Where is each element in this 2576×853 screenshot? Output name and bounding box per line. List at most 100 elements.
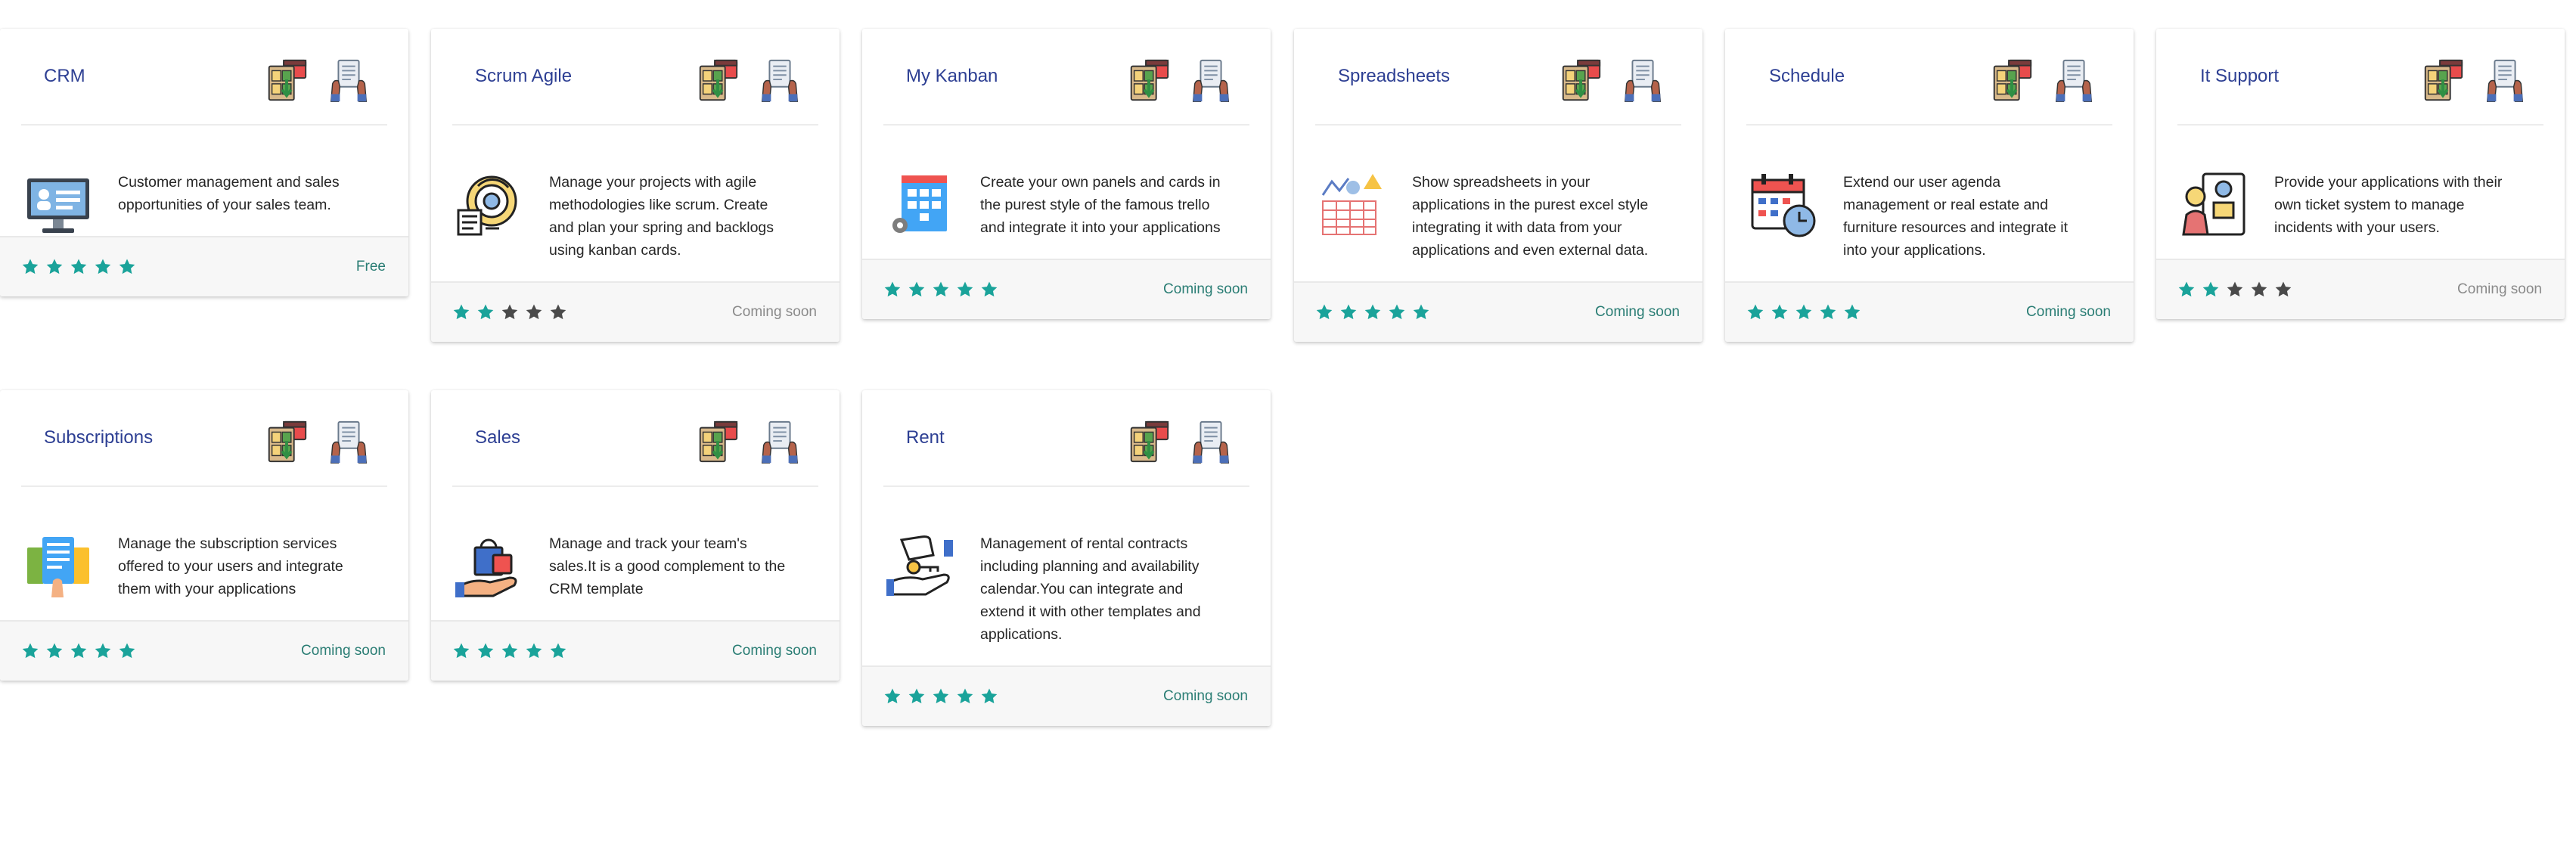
template-card[interactable]: Schedule Extend our user agenda managemen… — [1725, 29, 2134, 342]
card-body: Manage the subscription services offered… — [0, 487, 408, 620]
template-card[interactable]: My Kanban Create your own panels and card… — [862, 29, 1271, 319]
card-body: Show spreadsheets in your applications i… — [1294, 126, 1702, 281]
card-footer: Coming soon — [862, 665, 1271, 726]
template-card[interactable]: CRM Customer management and sales opportu… — [0, 29, 408, 296]
card-description: Provide your applications with their own… — [2274, 174, 2503, 236]
star-filled-icon — [933, 688, 949, 704]
star-filled-icon — [22, 643, 39, 659]
card-title[interactable]: Rent — [906, 390, 945, 485]
star-filled-icon — [981, 281, 998, 297]
star-filled-icon — [453, 304, 470, 320]
card-title[interactable]: Sales — [475, 390, 520, 485]
card-title[interactable]: My Kanban — [906, 29, 998, 124]
card-title[interactable]: Spreadsheets — [1338, 29, 1450, 124]
card-description: Create your own panels and cards in the … — [980, 174, 1221, 236]
card-actions — [1125, 419, 1234, 466]
install-template-icon[interactable] — [694, 57, 741, 104]
card-title[interactable]: Subscriptions — [44, 390, 153, 485]
star-filled-icon — [550, 643, 566, 659]
template-card[interactable]: Sales Manage and track your team's sales.… — [431, 390, 840, 681]
availability-status: Coming soon — [2026, 304, 2111, 320]
card-title[interactable]: CRM — [44, 29, 85, 124]
star-filled-icon — [46, 643, 63, 659]
card-footer: Coming soon — [431, 281, 840, 342]
template-info-icon[interactable] — [756, 57, 803, 104]
card-footer: Coming soon — [431, 620, 840, 681]
rating-stars — [1315, 303, 1430, 321]
star-filled-icon — [884, 281, 901, 297]
star-empty-icon — [2275, 281, 2292, 297]
template-info-icon[interactable] — [1619, 57, 1666, 104]
star-filled-icon — [477, 643, 494, 659]
star-filled-icon — [1747, 304, 1764, 320]
rating-stars — [452, 642, 567, 660]
install-template-icon[interactable] — [1125, 419, 1172, 466]
star-filled-icon — [957, 281, 973, 297]
template-card[interactable]: Scrum Agile Manage your projects with agi… — [431, 29, 840, 342]
star-empty-icon — [550, 304, 566, 320]
star-filled-icon — [453, 643, 470, 659]
template-card[interactable]: It Support Provide your applications with… — [2156, 29, 2565, 319]
card-header: My Kanban — [883, 29, 1249, 126]
card-footer: Free — [0, 236, 408, 296]
install-template-icon[interactable] — [1125, 57, 1172, 104]
star-filled-icon — [1364, 304, 1381, 320]
card-header: Subscriptions — [21, 390, 387, 487]
template-card[interactable]: Subscriptions Manage the subscription ser… — [0, 390, 408, 681]
install-template-icon[interactable] — [2419, 57, 2466, 104]
star-filled-icon — [1389, 304, 1405, 320]
card-description: Customer management and sales opportunit… — [118, 174, 340, 213]
template-info-icon[interactable] — [756, 419, 803, 466]
card-footer: Coming soon — [862, 259, 1271, 319]
availability-status: Coming soon — [2457, 281, 2542, 297]
template-card[interactable]: Rent Management of rental contracts inclu… — [862, 390, 1271, 726]
card-header: Spreadsheets — [1315, 29, 1681, 126]
card-description: Manage your projects with agile methodol… — [549, 174, 774, 259]
template-info-icon[interactable] — [1187, 57, 1234, 104]
card-description: Manage the subscription services offered… — [118, 535, 343, 597]
template-info-icon[interactable] — [2481, 57, 2528, 104]
card-description: Show spreadsheets in your applications i… — [1412, 174, 1649, 259]
star-filled-icon — [1820, 304, 1836, 320]
card-body: Extend our user agenda management or rea… — [1725, 126, 2134, 281]
star-filled-icon — [477, 304, 494, 320]
install-template-icon[interactable] — [263, 419, 310, 466]
card-footer: Coming soon — [0, 620, 408, 681]
star-filled-icon — [957, 688, 973, 704]
card-title[interactable]: It Support — [2200, 29, 2279, 124]
card-header: Scrum Agile — [452, 29, 818, 126]
install-template-icon[interactable] — [1557, 57, 1604, 104]
star-filled-icon — [1413, 304, 1429, 320]
availability-status: Free — [355, 259, 386, 275]
card-title[interactable]: Schedule — [1769, 29, 1845, 124]
install-template-icon[interactable] — [694, 419, 741, 466]
template-info-icon[interactable] — [325, 57, 372, 104]
rating-stars — [883, 281, 998, 299]
template-card[interactable]: Spreadsheets Show spreadsheets in your ap… — [1294, 29, 1702, 342]
card-actions — [1557, 57, 1666, 104]
star-filled-icon — [119, 643, 135, 659]
card-header: Schedule — [1746, 29, 2112, 126]
card-title[interactable]: Scrum Agile — [475, 29, 572, 124]
template-info-icon[interactable] — [325, 419, 372, 466]
card-body: Management of rental contracts including… — [862, 487, 1271, 665]
star-filled-icon — [884, 688, 901, 704]
template-info-icon[interactable] — [1187, 419, 1234, 466]
card-description: Management of rental contracts including… — [980, 535, 1201, 643]
card-header: Sales — [452, 390, 818, 487]
card-header: Rent — [883, 390, 1249, 487]
star-filled-icon — [119, 259, 135, 275]
rating-stars — [883, 687, 998, 706]
availability-status: Coming soon — [301, 643, 386, 659]
install-template-icon[interactable] — [263, 57, 310, 104]
rating-stars — [21, 258, 136, 276]
install-template-icon[interactable] — [1988, 57, 2035, 104]
availability-status: Coming soon — [732, 304, 817, 320]
card-actions — [1125, 57, 1234, 104]
star-filled-icon — [95, 259, 111, 275]
rating-stars — [2177, 281, 2292, 299]
card-footer: Coming soon — [1725, 281, 2134, 342]
availability-status: Coming soon — [1163, 281, 1248, 297]
template-info-icon[interactable] — [2050, 57, 2097, 104]
card-footer: Coming soon — [2156, 259, 2565, 319]
